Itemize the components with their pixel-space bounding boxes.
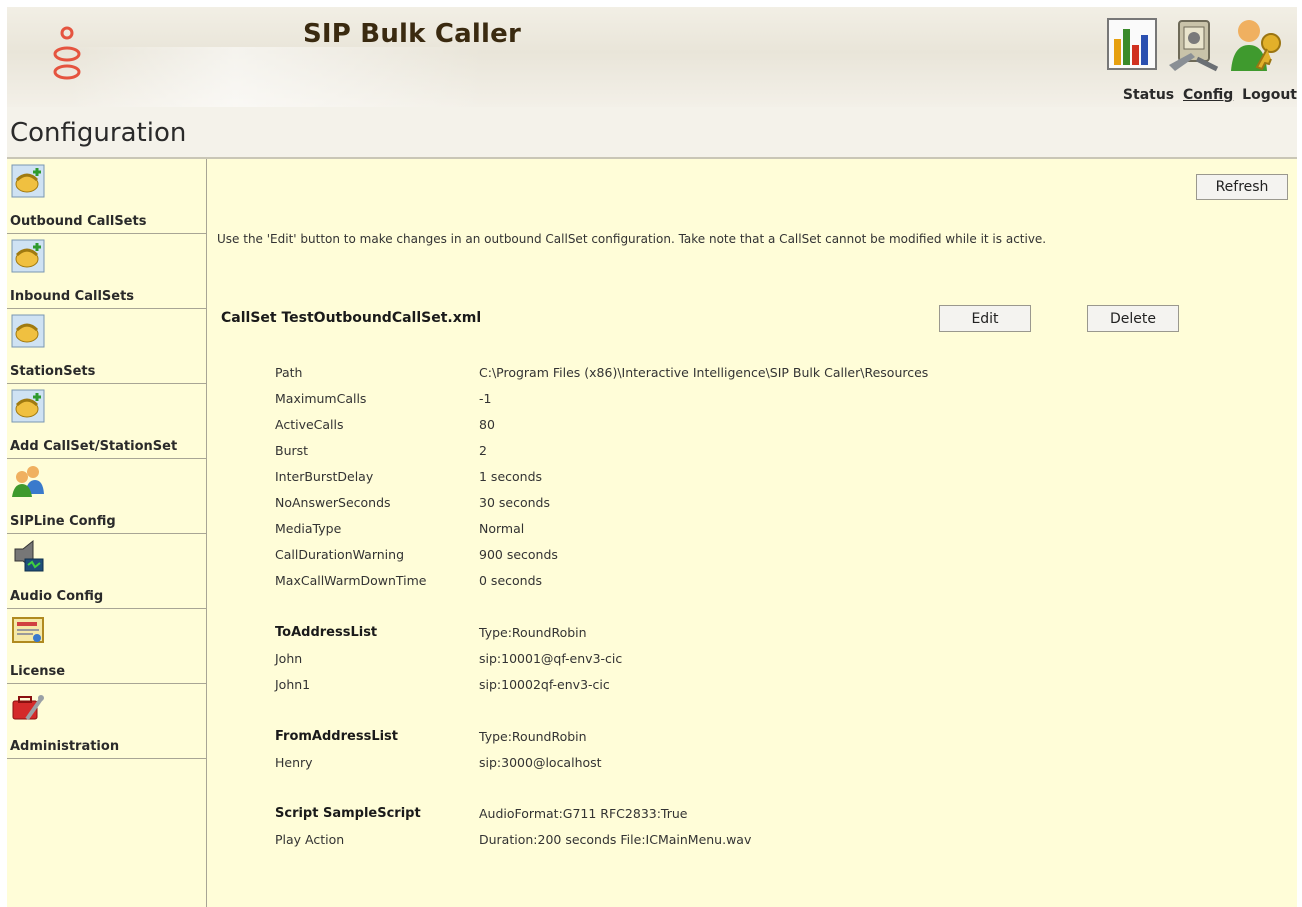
edit-button[interactable]: Edit xyxy=(939,305,1031,332)
sidebar-item-label: Add CallSet/StationSet xyxy=(10,439,178,454)
page-title: Configuration xyxy=(10,118,187,148)
script-action-name: Play Action xyxy=(275,832,345,847)
sidebar-item-label: License xyxy=(10,664,66,679)
sidebar: Outbound CallSets Inbound CallSets Stati… xyxy=(7,159,207,907)
sidebar-item-license[interactable]: License xyxy=(7,609,206,684)
sidebar-item-label: Administration xyxy=(10,739,120,754)
intro-text: Use the 'Edit' button to make changes in… xyxy=(217,232,1047,246)
address-name: John1 xyxy=(275,677,311,692)
users-icon xyxy=(12,466,44,497)
property-value: 0 seconds xyxy=(479,573,543,588)
sidebar-item-label: Outbound CallSets xyxy=(10,214,147,229)
page-title-bar: Configuration xyxy=(7,107,1297,159)
sidebar-item-label: SIPLine Config xyxy=(10,514,116,529)
app-title: SIP Bulk Caller xyxy=(303,19,521,49)
from-address-heading: FromAddressList xyxy=(275,729,399,744)
address-name: Henry xyxy=(275,755,313,770)
sidebar-item-outbound-callsets[interactable]: Outbound CallSets xyxy=(7,159,206,234)
property-key: InterBurstDelay xyxy=(275,469,374,484)
sidebar-item-label: StationSets xyxy=(10,364,96,379)
property-value: 30 seconds xyxy=(479,495,550,510)
company-logo xyxy=(53,26,81,80)
sidebar-item-label: Audio Config xyxy=(10,589,104,604)
property-key: MaximumCalls xyxy=(275,391,367,406)
logout-user-key-icon[interactable] xyxy=(1229,15,1285,73)
to-address-heading: ToAddressList xyxy=(275,625,378,640)
nav-status-link[interactable]: Status xyxy=(1123,87,1174,103)
certificate-icon xyxy=(12,617,44,643)
property-value: 80 xyxy=(479,417,495,432)
property-key: NoAnswerSeconds xyxy=(275,495,391,510)
sidebar-item-audio-config[interactable]: Audio Config xyxy=(7,534,206,609)
property-key: MaxCallWarmDownTime xyxy=(275,573,427,588)
property-key: Burst xyxy=(275,443,309,458)
speaker-icon xyxy=(14,539,44,572)
sidebar-item-stationsets[interactable]: StationSets xyxy=(7,309,206,384)
property-key: MediaType xyxy=(275,521,342,536)
header-nav: Status Config Logout xyxy=(1119,87,1297,103)
sidebar-item-add-callset[interactable]: Add CallSet/StationSet xyxy=(7,384,206,459)
address-value: sip:10001@qf-env3-cic xyxy=(479,651,623,666)
script-action-detail: Duration:200 seconds File:ICMainMenu.wav xyxy=(479,832,752,847)
sidebar-item-administration[interactable]: Administration xyxy=(7,684,206,759)
toolbox-icon xyxy=(12,695,44,721)
refresh-button[interactable]: Refresh xyxy=(1196,174,1288,200)
phone-icon xyxy=(11,314,45,348)
from-address-type: Type:RoundRobin xyxy=(479,729,587,744)
config-tools-icon[interactable] xyxy=(1167,15,1223,73)
sidebar-item-inbound-callsets[interactable]: Inbound CallSets xyxy=(7,234,206,309)
property-key: CallDurationWarning xyxy=(275,547,405,562)
address-value: sip:10002qf-env3-cic xyxy=(479,677,610,692)
sidebar-item-label: Inbound CallSets xyxy=(10,289,135,304)
nav-config-link[interactable]: Config xyxy=(1183,87,1233,103)
property-value: -1 xyxy=(479,391,492,406)
phone-add-icon xyxy=(11,164,45,198)
property-key: Path xyxy=(275,365,303,380)
status-chart-icon[interactable] xyxy=(1104,15,1160,73)
phone-add-icon xyxy=(11,239,45,273)
callset-title: CallSet TestOutboundCallSet.xml xyxy=(221,310,482,326)
address-name: John xyxy=(275,651,303,666)
property-value: 1 seconds xyxy=(479,469,543,484)
property-value: 900 seconds xyxy=(479,547,558,562)
main-content: Refresh Use the 'Edit' button to make ch… xyxy=(207,159,1297,907)
phone-add-icon xyxy=(11,389,45,423)
property-value: Normal xyxy=(479,521,525,536)
delete-button[interactable]: Delete xyxy=(1087,305,1179,332)
address-value: sip:3000@localhost xyxy=(479,755,602,770)
property-value: 2 xyxy=(479,443,487,458)
to-address-type: Type:RoundRobin xyxy=(479,625,587,640)
property-value: C:\Program Files (x86)\Interactive Intel… xyxy=(479,365,929,380)
property-key: ActiveCalls xyxy=(275,417,344,432)
app-header: SIP Bulk Caller Status Config Logout xyxy=(7,7,1297,107)
script-heading: Script SampleScript xyxy=(275,806,421,821)
nav-logout-link[interactable]: Logout xyxy=(1242,87,1297,103)
script-info: AudioFormat:G711 RFC2833:True xyxy=(479,806,688,821)
sidebar-item-sipline-config[interactable]: SIPLine Config xyxy=(7,459,206,534)
